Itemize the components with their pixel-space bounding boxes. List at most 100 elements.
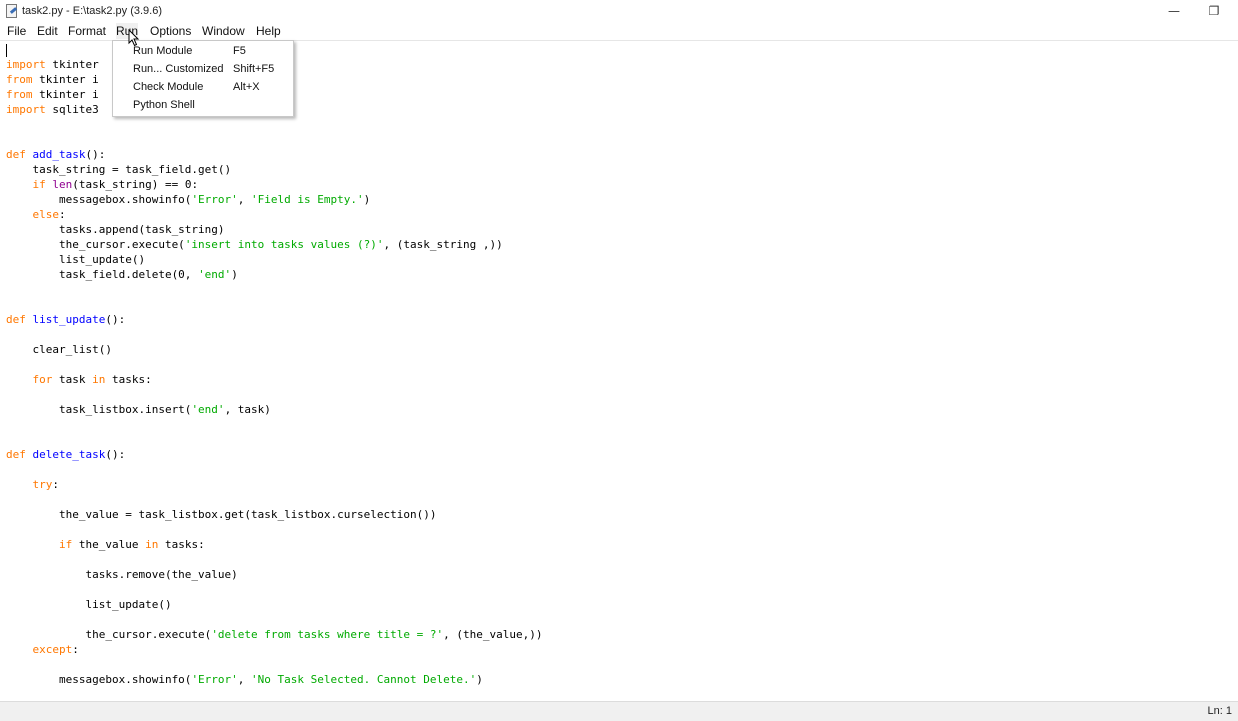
menu-format[interactable]: Format [68,23,106,39]
code-token: add_task [32,148,86,161]
code-token: 'end' [191,403,225,416]
code-line: messagebox.showinfo('Error', 'Field is E… [6,192,370,207]
code-line: else: [6,207,66,222]
menu-options[interactable]: Options [150,23,191,39]
minimize-button[interactable]: — [1154,0,1194,22]
code-token: , task) [224,403,271,416]
code-token: tkinter i [32,73,99,86]
code-token: list_update() [6,253,146,266]
menu-window[interactable]: Window [202,23,245,39]
python-shell-item[interactable]: Python Shell [113,96,293,114]
run-module-item[interactable]: Run Module F5 [113,42,293,60]
code-token: from [6,73,33,86]
menu-help[interactable]: Help [256,23,281,39]
code-line: tasks.append(task_string) [6,222,225,237]
code-token: the_cursor.execute( [6,238,185,251]
line-indicator: Ln: 1 [1207,705,1232,717]
menu-file[interactable]: File [7,23,26,39]
code-token: the_cursor.execute( [6,628,212,641]
code-token: ) [363,193,371,206]
code-token: delete_task [32,448,106,461]
code-token: from [6,88,33,101]
code-token: ) [231,268,238,281]
code-token: in [92,373,106,386]
code-token: ) [476,673,483,686]
code-token: 'delete from tasks where title = ?' [211,628,444,641]
code-token: tasks: [158,538,205,551]
check-module-item[interactable]: Check Module Alt+X [113,78,293,96]
code-line: task_field.delete(0, 'end') [6,267,238,282]
code-token: (): [85,148,106,161]
code-token: def [6,313,26,326]
menu-bar: File Edit Format Run Options Window Help [0,22,1238,41]
code-line: the_cursor.execute('insert into tasks va… [6,237,503,252]
code-line: def add_task(): [6,147,105,162]
code-token: in [145,538,159,551]
code-line: import tkinter [6,57,99,72]
code-line: def delete_task(): [6,447,125,462]
code-line: the_cursor.execute('delete from tasks wh… [6,627,542,642]
code-token: the_value = task_listbox.get(task_listbo… [6,508,437,521]
code-line: def list_update(): [6,312,125,327]
code-token: clear_list() [6,343,112,356]
code-token: , [237,193,252,206]
code-token: 'Error' [191,193,238,206]
code-token: messagebox.showinfo( [6,193,192,206]
code-token: tkinter [45,58,99,71]
idle-file-icon [4,4,18,18]
code-line: except: [6,642,79,657]
code-line: tasks.remove(the_value) [6,567,238,582]
code-token: messagebox.showinfo( [6,673,192,686]
code-token: the_value [72,538,146,551]
text-cursor [6,44,7,57]
code-token: task_listbox.insert( [6,403,192,416]
code-line: messagebox.showinfo('Error', 'No Task Se… [6,672,483,687]
code-token: 'end' [198,268,232,281]
code-token: : [72,643,79,656]
mouse-pointer-icon [128,29,140,47]
run-customized-item[interactable]: Run... Customized Shift+F5 [113,60,293,78]
code-line: the_value = task_listbox.get(task_listbo… [6,507,437,522]
code-token: (): [105,313,126,326]
code-token: for [32,373,53,386]
code-token: , (task_string ,)) [383,238,503,251]
code-line: list_update() [6,597,171,612]
code-token: tasks: [105,373,152,386]
code-line: task_listbox.insert('end', task) [6,402,271,417]
code-token: 'No Task Selected. Cannot Delete.' [251,673,477,686]
code-token: tasks.remove(the_value) [6,568,238,581]
code-token: task_field.delete(0, [6,268,199,281]
code-line: clear_list() [6,342,112,357]
code-token: 'Field is Empty.' [251,193,364,206]
code-token: list_update [32,313,106,326]
code-token: sqlite3 [45,103,99,116]
code-token: import [6,58,46,71]
code-token: : [52,478,59,491]
status-bar: Ln: 1 [0,701,1238,721]
code-token: 'Error' [191,673,238,686]
code-line: for task in tasks: [6,372,152,387]
code-line: if len(task_string) == 0: [6,177,199,192]
menu-edit[interactable]: Edit [37,23,58,39]
code-token: tkinter i [32,88,99,101]
restore-button[interactable]: ❐ [1194,0,1234,22]
code-token: def [6,448,26,461]
code-line: if the_value in tasks: [6,537,205,552]
code-token: : [59,208,66,221]
code-token: 'insert into tasks values (?)' [184,238,384,251]
window-title: task2.py - E:\task2.py (3.9.6) [22,5,163,17]
code-line: import sqlite3 [6,102,99,117]
code-line: try: [6,477,60,492]
code-token: , (the_value,)) [443,628,543,641]
code-token: except [32,643,73,656]
code-line: from tkinter i [6,72,99,87]
code-token: import [6,103,46,116]
run-menu-dropdown: Run Module F5 Run... Customized Shift+F5… [112,40,294,117]
code-editor[interactable] [0,41,1238,701]
